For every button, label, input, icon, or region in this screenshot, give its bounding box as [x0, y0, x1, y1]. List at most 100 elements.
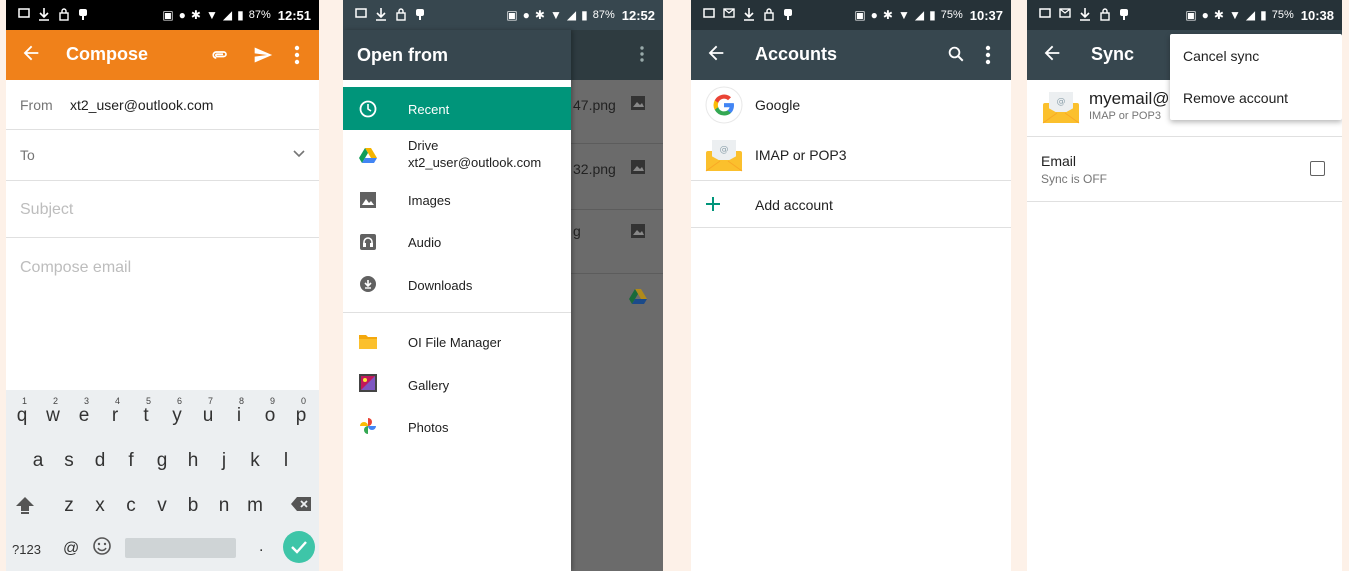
- key-m[interactable]: m: [241, 495, 269, 517]
- key-n[interactable]: n: [210, 495, 238, 517]
- screenshot-icon: [1039, 8, 1051, 18]
- battery-icon: ▮: [237, 8, 244, 22]
- subject-field[interactable]: Subject: [20, 201, 73, 219]
- location-icon: ●: [522, 8, 530, 22]
- chevron-down-icon[interactable]: [293, 150, 305, 158]
- account-label: Google: [755, 97, 801, 113]
- drawer-item-downloads[interactable]: Downloads: [343, 262, 571, 305]
- divider: [571, 273, 663, 274]
- more-options-icon[interactable]: [294, 44, 300, 66]
- mail-notif-icon: [1059, 8, 1071, 18]
- android-notif-icon: [784, 9, 792, 20]
- menu-item-remove-account[interactable]: Remove account: [1183, 90, 1288, 106]
- back-arrow-icon[interactable]: [1041, 42, 1063, 64]
- search-icon[interactable]: [947, 45, 965, 63]
- back-arrow-icon[interactable]: [705, 42, 727, 64]
- signal-icon: ◢: [222, 8, 233, 22]
- key-r[interactable]: r4: [101, 396, 129, 427]
- drawer-item-gallery[interactable]: Gallery: [343, 362, 571, 405]
- key-u[interactable]: u7: [194, 396, 222, 427]
- status-bar: ▣ ● ✱ ▼ ◢ ▮ 75% 10:38: [1027, 0, 1342, 30]
- image-thumb-icon: [631, 224, 645, 238]
- key-i[interactable]: i8: [225, 396, 253, 427]
- email-envelope-icon: @: [705, 140, 743, 172]
- screenshot-icon: [703, 8, 715, 18]
- key-hint: 5: [146, 396, 152, 406]
- key-hint: 9: [270, 396, 276, 406]
- attach-icon[interactable]: [210, 46, 230, 64]
- divider: [691, 227, 1011, 228]
- nfc-icon: ▣: [162, 8, 174, 22]
- key-c[interactable]: c: [117, 495, 145, 517]
- drawer-title: Open from: [357, 45, 449, 65]
- lock-notif-icon: [1100, 8, 1110, 21]
- key-v[interactable]: v: [148, 495, 176, 517]
- location-icon: ●: [1201, 8, 1209, 22]
- back-arrow-icon[interactable]: [20, 42, 42, 64]
- key-t[interactable]: t5: [132, 396, 160, 427]
- clock: 12:52: [621, 7, 655, 23]
- key-k[interactable]: k: [241, 450, 269, 472]
- drawer-item-images[interactable]: Images: [343, 178, 571, 220]
- key-hint: 8: [239, 396, 245, 406]
- more-options-icon[interactable]: [985, 45, 991, 65]
- clock: 10:37: [969, 7, 1003, 23]
- key-g[interactable]: g: [148, 450, 176, 472]
- menu-item-cancel-sync[interactable]: Cancel sync: [1183, 48, 1259, 64]
- key-b[interactable]: b: [179, 495, 207, 517]
- drawer-item-label: OI File Manager: [408, 335, 502, 350]
- gutter: [319, 0, 343, 571]
- key-z[interactable]: z: [55, 495, 83, 517]
- compose-screen: ▣ ● ✱ ▼ ◢ ▮ 87% 12:51 Compose From xt2_u…: [6, 0, 319, 571]
- key-s[interactable]: s: [55, 450, 83, 472]
- key-h[interactable]: h: [179, 450, 207, 472]
- account-row-google[interactable]: Google: [691, 80, 1011, 130]
- image-icon: [360, 192, 376, 208]
- notification-icons: [355, 7, 425, 21]
- emoji-key-icon[interactable]: [92, 536, 112, 556]
- check-icon: [291, 541, 307, 554]
- send-icon[interactable]: [252, 45, 274, 65]
- key-f[interactable]: f: [117, 450, 145, 472]
- status-right: ▣ ● ✱ ▼ ◢ ▮ 87% 12:51: [162, 0, 311, 30]
- clock-icon: [359, 100, 377, 118]
- backspace-key-icon[interactable]: [290, 496, 312, 512]
- key-y[interactable]: y6: [163, 396, 191, 427]
- shift-key-icon[interactable]: [14, 495, 36, 515]
- account-row-imap[interactable]: @ IMAP or POP3: [691, 130, 1011, 180]
- add-account-button[interactable]: Add account: [691, 181, 1011, 227]
- key-j[interactable]: j: [210, 450, 238, 472]
- spacebar[interactable]: [125, 538, 236, 558]
- key-q[interactable]: q1: [8, 396, 36, 427]
- lock-notif-icon: [396, 8, 406, 21]
- drawer-item-recent[interactable]: Recent: [343, 87, 571, 130]
- key-l[interactable]: l: [272, 450, 300, 472]
- key-e[interactable]: e3: [70, 396, 98, 427]
- sync-item-email[interactable]: Email Sync is OFF: [1027, 137, 1342, 201]
- at-key[interactable]: @: [63, 540, 79, 558]
- enter-key[interactable]: [283, 531, 315, 563]
- notification-icons: [1039, 7, 1129, 21]
- bluetooth-icon: ✱: [882, 8, 893, 22]
- drawer-item-audio[interactable]: Audio: [343, 220, 571, 262]
- svg-text:@: @: [720, 145, 729, 155]
- period-key[interactable]: .: [259, 538, 263, 556]
- key-d[interactable]: d: [86, 450, 114, 472]
- screenshot-icon: [355, 8, 367, 18]
- key-x[interactable]: x: [86, 495, 114, 517]
- key-a[interactable]: a: [24, 450, 52, 472]
- key-hint: 3: [84, 396, 90, 406]
- from-value[interactable]: xt2_user@outlook.com: [70, 97, 213, 113]
- sync-checkbox[interactable]: [1310, 161, 1325, 176]
- key-p[interactable]: p0: [287, 396, 315, 427]
- key-w[interactable]: w2: [39, 396, 67, 427]
- page-title: Sync: [1091, 44, 1135, 64]
- symbols-key[interactable]: ?123: [12, 542, 41, 557]
- key-o[interactable]: o9: [256, 396, 284, 427]
- drawer-item-photos[interactable]: Photos: [343, 405, 571, 447]
- drawer-item-oi-file-manager[interactable]: OI File Manager: [343, 320, 571, 362]
- compose-body-field[interactable]: Compose email: [20, 259, 131, 277]
- drawer-item-drive[interactable]: Drive xt2_user@outlook.com: [343, 132, 571, 178]
- battery-percent: 75%: [1271, 9, 1294, 21]
- clock: 10:38: [1300, 7, 1334, 23]
